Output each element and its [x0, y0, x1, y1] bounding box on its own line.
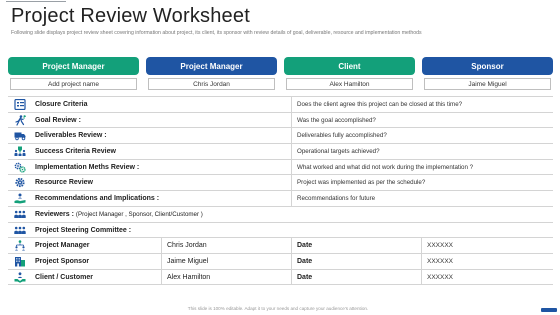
row-answer: Recommendations for future: [297, 195, 376, 203]
card-header: Sponsor: [422, 57, 553, 75]
card-value-field[interactable]: Add project name: [10, 78, 137, 90]
card-sponsor: Sponsor Jaime Miguel: [422, 57, 553, 90]
row-answer: Deliverables fully accomplished?: [297, 132, 387, 140]
people-group-icon: [14, 225, 26, 236]
card-value-field[interactable]: Jaime Miguel: [424, 78, 551, 90]
column-divider: [291, 175, 292, 191]
card-project-manager-name: Project Manager Add project name: [8, 57, 139, 90]
row-label: Goal Review :: [35, 116, 81, 124]
review-row-recommendations: Recommendations and Implications : Recom…: [8, 191, 553, 207]
card-project-manager: Project Manager Chris Jordan: [146, 57, 277, 90]
steering-committee-row: Project Steering Committee :: [8, 223, 553, 239]
people-row-client: Client / Customer Alex Hamilton Date XXX…: [8, 269, 553, 286]
corner-accent: [541, 308, 557, 312]
date-label: Date: [297, 257, 313, 265]
person-name: Alex Hamilton: [167, 273, 211, 281]
reviewers-title: Reviewers :: [35, 210, 74, 218]
column-divider: [291, 238, 292, 253]
review-row-success: Success Criteria Review Operational targ…: [8, 144, 553, 160]
reviewers-row: Reviewers : (Project Manager , Sponsor, …: [8, 207, 553, 223]
reviewers-note: (Project Manager , Sponsor, Client/Custo…: [75, 210, 203, 218]
row-label: Closure Criteria: [35, 101, 88, 108]
people-group-icon: [14, 209, 26, 220]
person-role: Client / Customer: [35, 273, 93, 281]
person-role: Project Manager: [35, 242, 90, 250]
top-decor-line: [6, 1, 66, 2]
column-divider: [161, 269, 162, 285]
review-row-resource: Resource Review Project was implemented …: [8, 175, 553, 192]
people-row-project-sponsor: Project Sponsor Jaime Miguel Date XXXXXX: [8, 253, 553, 270]
date-label: Date: [297, 273, 313, 281]
card-header: Client: [284, 57, 415, 75]
cog-icon: [14, 177, 26, 188]
row-answer: Was the goal accomplished?: [297, 116, 376, 124]
review-row-goal: Goal Review : Was the goal accomplished?: [8, 112, 553, 129]
date-value: XXXXXX: [427, 257, 454, 265]
card-value-field[interactable]: Chris Jordan: [148, 78, 275, 90]
hand-person-icon: [14, 193, 26, 204]
date-label: Date: [297, 242, 313, 250]
row-answer: Operational targets achieved?: [297, 148, 380, 156]
row-label: Implementation Meths Review :: [35, 163, 140, 171]
row-label: Recommendations and Implications :: [35, 195, 160, 203]
column-divider: [161, 238, 162, 253]
footer-note: This slide is 100% editable. Adapt it to…: [187, 306, 369, 311]
person-role: Project Sponsor: [35, 257, 90, 265]
date-value: XXXXXX: [427, 273, 454, 281]
page-subtitle: Following slide displays project review …: [11, 30, 422, 36]
checklist-icon: [14, 99, 26, 110]
review-table: Closure Criteria Does the client agree t…: [8, 96, 553, 286]
person-name: Jaime Miguel: [167, 257, 209, 265]
date-value: XXXXXX: [427, 242, 454, 250]
steering-committee-label: Project Steering Committee :: [35, 226, 132, 234]
gears-icon: [14, 162, 26, 173]
column-divider: [291, 144, 292, 159]
column-divider: [291, 191, 292, 206]
runner-goal-icon: [14, 114, 26, 126]
row-label: Resource Review: [35, 179, 93, 187]
column-divider: [421, 269, 422, 285]
column-divider: [291, 159, 292, 175]
column-divider: [291, 253, 292, 269]
row-answer: Does the client agree this project can b…: [297, 101, 463, 108]
review-row-implementation: Implementation Meths Review : What worke…: [8, 159, 553, 176]
person-name: Chris Jordan: [167, 242, 207, 250]
org-chart-icon: [14, 240, 26, 251]
card-header: Project Manager: [146, 57, 277, 75]
header-cards: Project Manager Add project name Project…: [8, 57, 553, 91]
page-title: Project Review Worksheet: [11, 5, 250, 27]
column-divider: [421, 253, 422, 269]
column-divider: [291, 97, 292, 112]
card-value-field[interactable]: Alex Hamilton: [286, 78, 413, 90]
delivery-truck-icon: [14, 130, 26, 141]
trophy-people-icon: [14, 146, 26, 157]
column-divider: [291, 269, 292, 285]
card-header: Project Manager: [8, 57, 139, 75]
column-divider: [161, 253, 162, 269]
column-divider: [291, 128, 292, 144]
row-answer: What worked and what did not work during…: [297, 163, 474, 171]
card-client: Client Alex Hamilton: [284, 57, 415, 90]
reviewers-label: Reviewers : (Project Manager , Sponsor, …: [35, 207, 203, 222]
row-label: Deliverables Review :: [35, 132, 107, 140]
column-divider: [421, 238, 422, 253]
people-row-project-manager: Project Manager Chris Jordan Date XXXXXX: [8, 238, 553, 254]
column-divider: [291, 112, 292, 128]
review-row-closure: Closure Criteria Does the client agree t…: [8, 97, 553, 113]
review-row-deliverables: Deliverables Review : Deliverables fully…: [8, 128, 553, 145]
building-icon: [14, 256, 26, 267]
handshake-icon: [14, 271, 26, 283]
row-label: Success Criteria Review: [35, 148, 116, 156]
row-answer: Project was implemented as per the sched…: [297, 179, 426, 187]
